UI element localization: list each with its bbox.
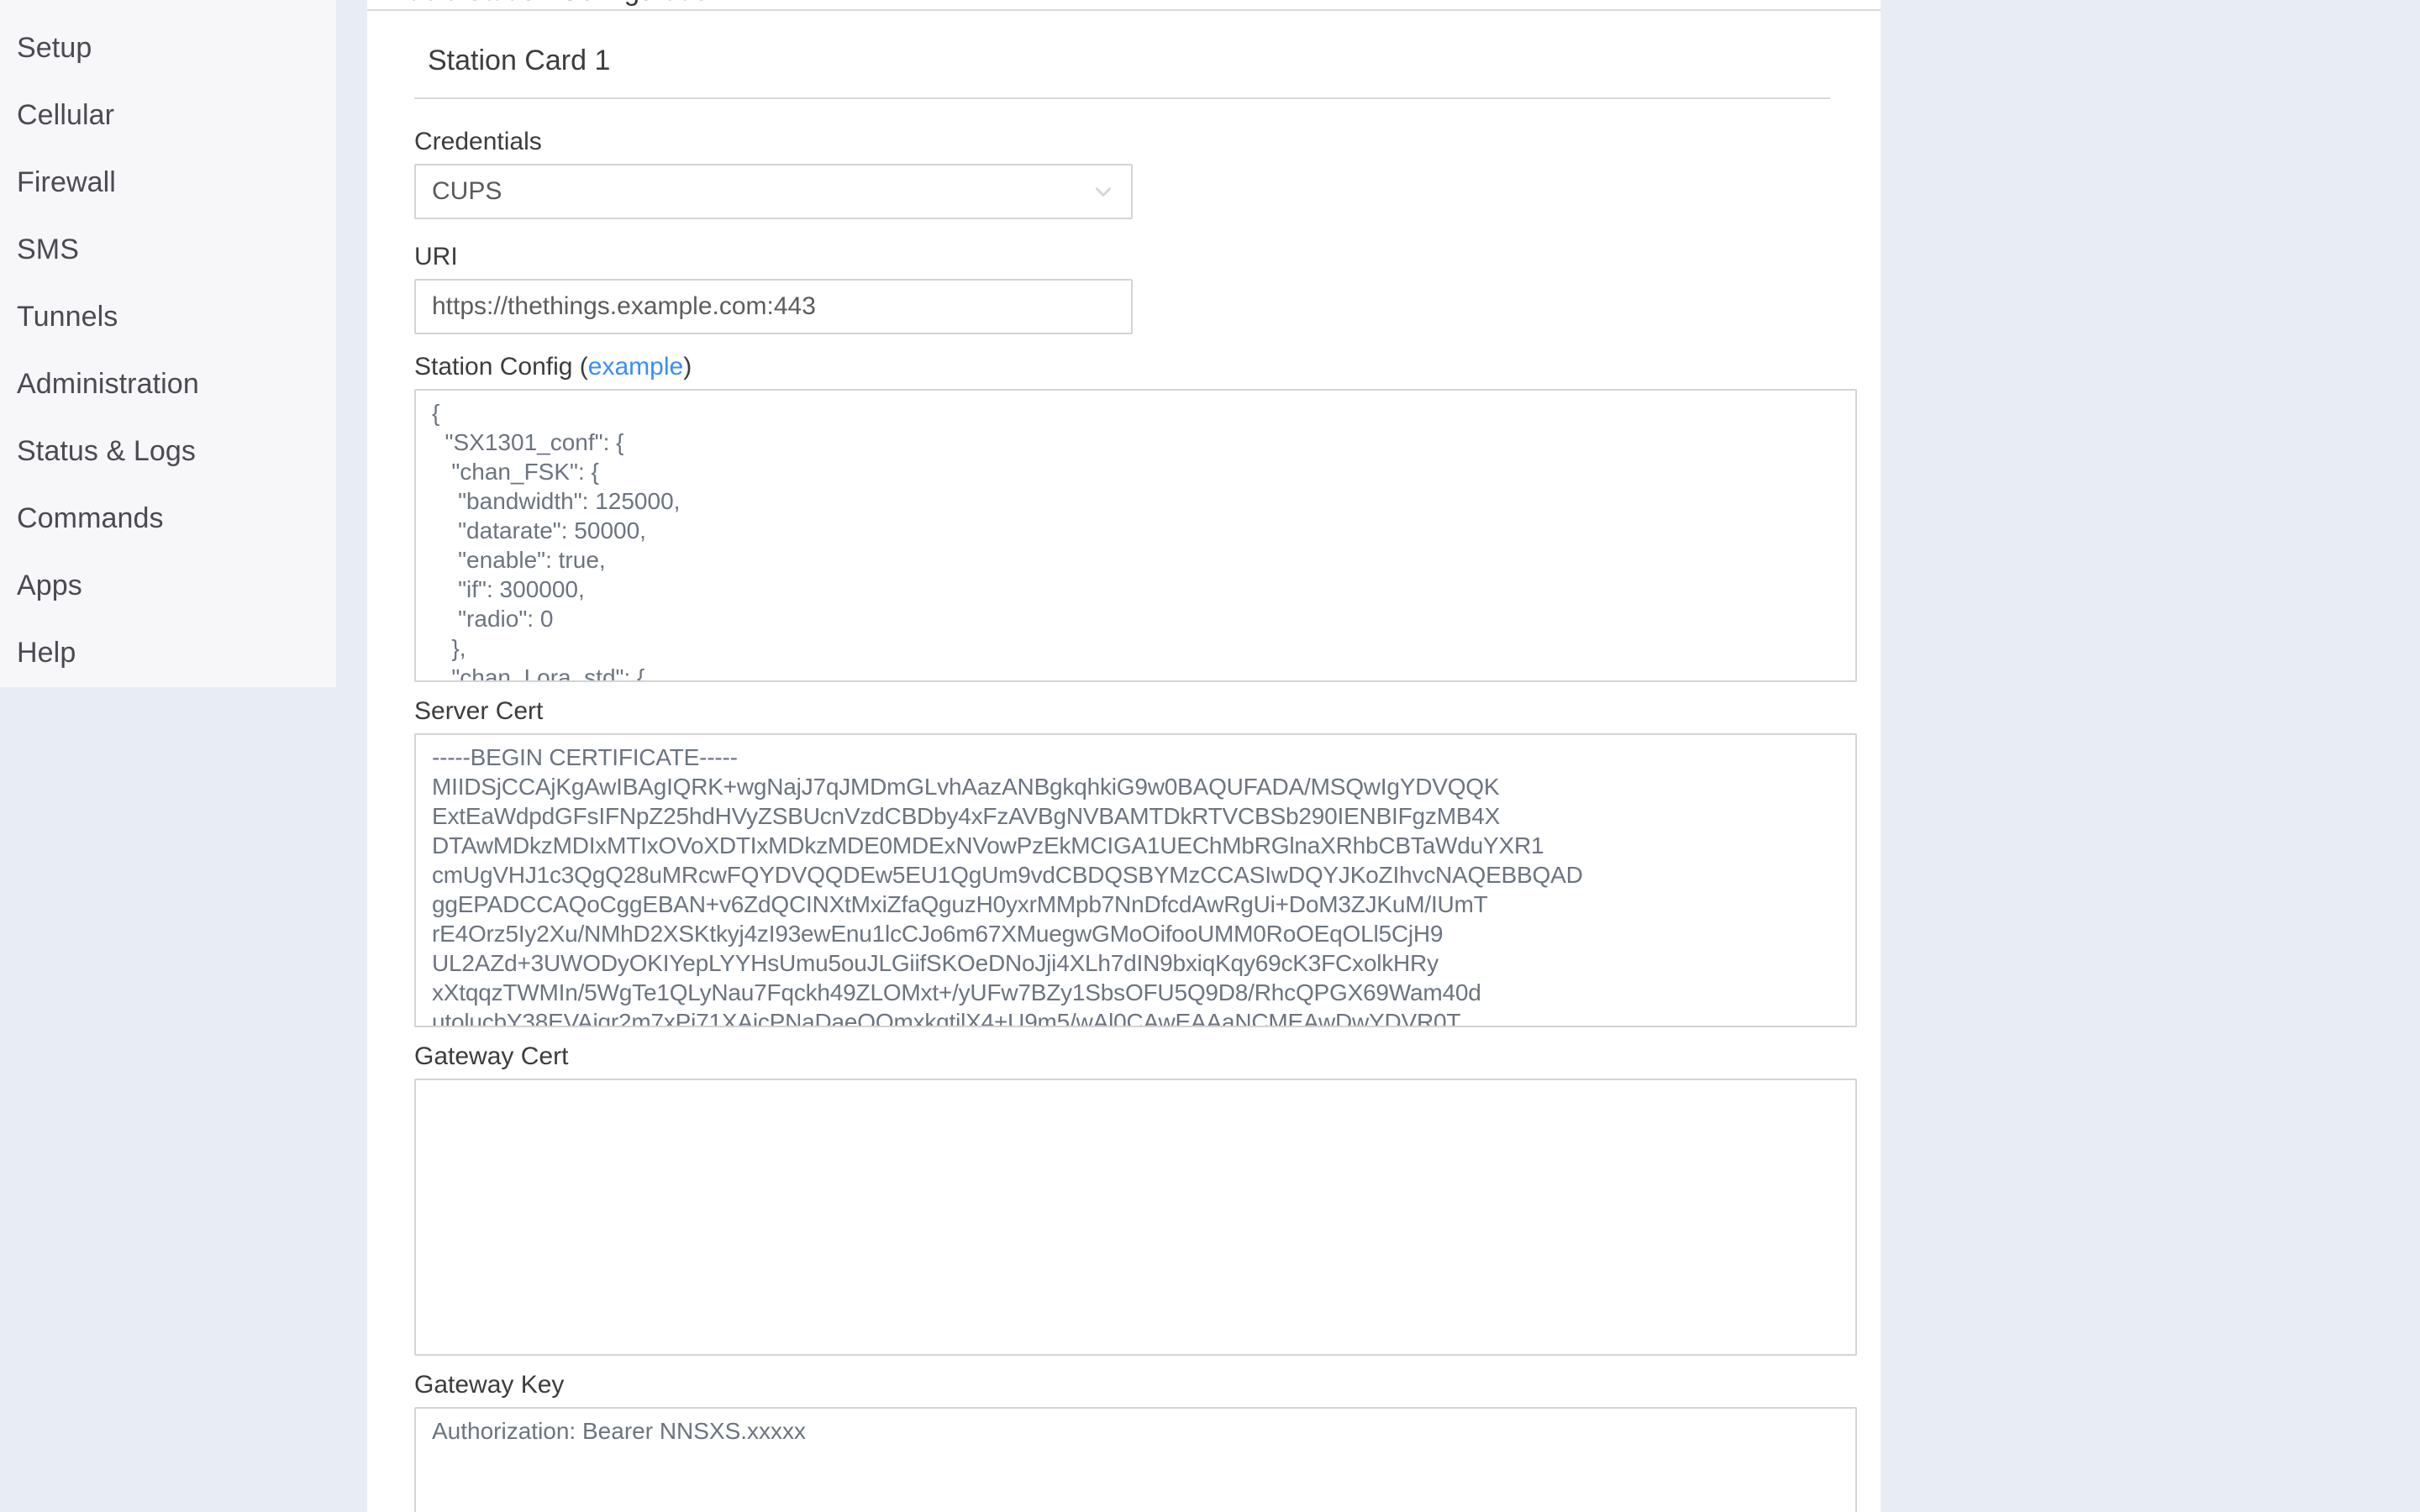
credentials-select-wrap: CUPS (414, 164, 1133, 219)
sidebar-item-label: Commands (17, 501, 164, 534)
station-config-label-prefix: Station Config ( (414, 353, 588, 381)
station-config-field: Station Config (example) { "SX1301_conf"… (414, 353, 1857, 682)
station-config-label: Station Config (example) (414, 353, 1830, 381)
gateway-key-label: Gateway Key (414, 1371, 565, 1399)
gateway-key-textarea[interactable]: Authorization: Bearer NNSXS.xxxxx (414, 1407, 1857, 1512)
uri-label: URI (414, 243, 458, 270)
gateway-cert-field: Gateway Cert (414, 1042, 1857, 1356)
credentials-field: Credentials CUPS (414, 128, 1830, 219)
sidebar-item-tunnels[interactable]: Tunnels (0, 283, 336, 350)
credentials-select[interactable]: CUPS (414, 164, 1133, 219)
page-root: Setup Cellular Firewall SMS Tunnels Admi… (0, 0, 2420, 1512)
panel-title: Basic Station Configuration (390, 0, 724, 7)
sidebar-item-sms[interactable]: SMS (0, 216, 336, 283)
sidebar-nav: Setup Cellular Firewall SMS Tunnels Admi… (0, 0, 336, 687)
gateway-cert-textarea[interactable] (414, 1079, 1857, 1356)
basic-station-configuration-panel: Basic Station Configuration Station Card… (367, 0, 1881, 1512)
gateway-key-field: Gateway Key Authorization: Bearer NNSXS.… (414, 1371, 1857, 1512)
sidebar-item-label: Administration (17, 367, 199, 400)
panel-body: Station Card 1 Credentials CUPS URI http… (367, 11, 1881, 1512)
sidebar-item-label: Help (17, 636, 76, 669)
uri-input[interactable] (414, 279, 1133, 334)
sidebar-item-label: Status & Logs (17, 434, 196, 467)
station-config-example-link[interactable]: example (588, 353, 683, 381)
sidebar-item-label: SMS (17, 233, 79, 265)
panel-header: Basic Station Configuration (367, 0, 1881, 11)
sidebar-item-setup[interactable]: Setup (0, 14, 336, 81)
server-cert-textarea[interactable]: -----BEGIN CERTIFICATE----- MIIDSjCCAjKg… (414, 733, 1857, 1027)
sidebar-item-label: Cellular (17, 98, 115, 131)
sidebar-item-administration[interactable]: Administration (0, 350, 336, 417)
sidebar-item-firewall[interactable]: Firewall (0, 149, 336, 216)
uri-field: URI (414, 243, 1830, 334)
sidebar-item-cellular[interactable]: Cellular (0, 81, 336, 149)
sidebar-item-help[interactable]: Help (0, 619, 336, 686)
sidebar-item-status-and-logs[interactable]: Status & Logs (0, 417, 336, 485)
server-cert-label: Server Cert (414, 697, 544, 725)
server-cert-field: Server Cert -----BEGIN CERTIFICATE----- … (414, 697, 1857, 1027)
sidebar-item-label: Firewall (17, 165, 116, 198)
credentials-label: Credentials (414, 128, 542, 155)
sidebar-item-apps[interactable]: Apps (0, 552, 336, 619)
sidebar-item-label: Setup (17, 31, 92, 64)
station-card-title: Station Card 1 (414, 11, 1830, 99)
gateway-cert-label: Gateway Cert (414, 1042, 569, 1070)
sidebar-item-label: Tunnels (17, 300, 118, 333)
sidebar-item-commands[interactable]: Commands (0, 485, 336, 552)
sidebar-item-label: Apps (17, 569, 82, 601)
station-config-label-suffix: ) (683, 353, 692, 381)
station-config-textarea[interactable]: { "SX1301_conf": { "chan_FSK": { "bandwi… (414, 389, 1857, 682)
credentials-selected-value: CUPS (432, 177, 502, 205)
